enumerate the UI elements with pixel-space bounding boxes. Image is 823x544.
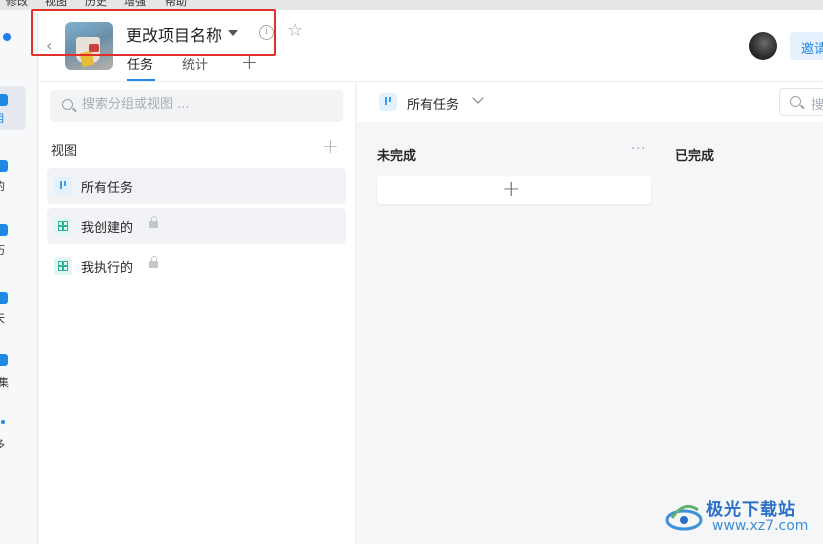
column-title-incomplete: 未完成 bbox=[377, 149, 417, 164]
rail-item-projects[interactable]: 目 bbox=[0, 86, 26, 130]
views-section-title: 视图 bbox=[51, 144, 78, 159]
more-icon bbox=[1, 420, 5, 424]
chat-icon bbox=[0, 292, 8, 304]
rail-item-label: 历 bbox=[0, 242, 5, 258]
projects-icon bbox=[0, 94, 8, 106]
view-item-label: 所有任务 bbox=[81, 181, 134, 196]
star-icon[interactable]: ☆ bbox=[287, 22, 303, 40]
column-title-completed: 已完成 bbox=[675, 149, 715, 164]
add-task-button[interactable]: + bbox=[377, 176, 651, 204]
view-item-label: 我创建的 bbox=[81, 221, 134, 236]
watermark-title: 极光下载站 bbox=[706, 500, 796, 520]
rail-item-mine[interactable]: 的 bbox=[0, 156, 26, 200]
search-icon bbox=[790, 96, 801, 107]
watermark: 极光下载站 www.xz7.com bbox=[664, 492, 823, 542]
kanban-icon bbox=[54, 177, 72, 195]
back-icon[interactable]: ‹ bbox=[46, 36, 52, 55]
project-title[interactable]: 更改项目名称 bbox=[126, 22, 222, 46]
column-more-icon[interactable]: ··· bbox=[631, 142, 646, 157]
table-icon bbox=[54, 257, 72, 275]
lock-icon bbox=[149, 216, 158, 228]
menu-item-help[interactable]: 帮助 bbox=[165, 0, 187, 9]
watermark-url: www.xz7.com bbox=[712, 518, 809, 534]
project-cover-image[interactable] bbox=[65, 22, 113, 70]
task-board: 所有任务 搜索 未完成 ··· + 已完成 bbox=[357, 82, 823, 544]
rail-item-label: 多 bbox=[0, 436, 5, 452]
board-search[interactable]: 搜索 bbox=[779, 88, 823, 116]
rail-item-collection[interactable]: 集 bbox=[0, 350, 26, 394]
lock-icon bbox=[149, 256, 158, 268]
menu-item-edit[interactable]: 修改 bbox=[6, 0, 28, 9]
rail-item-label: 目 bbox=[0, 110, 5, 126]
view-item-all-tasks[interactable]: 所有任务 bbox=[47, 168, 346, 204]
kanban-icon bbox=[379, 93, 397, 111]
menu-item-view[interactable]: 视图 bbox=[45, 0, 67, 9]
menu-item-enhance[interactable]: 增强 bbox=[124, 0, 146, 9]
tab-tasks[interactable]: 任务 bbox=[127, 54, 153, 73]
add-tab-icon[interactable]: + bbox=[241, 50, 258, 74]
tab-active-indicator bbox=[127, 79, 155, 81]
collection-icon bbox=[0, 354, 8, 366]
plus-icon: + bbox=[502, 177, 521, 202]
board-search-placeholder: 搜索 bbox=[811, 98, 823, 113]
view-sidebar: 视图 + 所有任务 我创建的 我执行的 bbox=[38, 82, 356, 544]
mine-icon bbox=[0, 160, 8, 172]
caret-down-icon[interactable] bbox=[228, 30, 238, 36]
rail-item-calendar[interactable]: 历 bbox=[0, 220, 26, 264]
tab-stats[interactable]: 统计 bbox=[182, 54, 208, 73]
search-icon bbox=[62, 99, 73, 110]
rail-item-more[interactable]: 多 bbox=[0, 414, 26, 458]
menubar: 修改 视图 历史 增强 帮助 bbox=[0, 0, 823, 10]
calendar-icon bbox=[0, 224, 8, 236]
view-item-label: 我执行的 bbox=[81, 261, 134, 276]
rail-item-chat[interactable]: 天 bbox=[0, 288, 26, 332]
current-view-selector[interactable]: 所有任务 bbox=[407, 94, 459, 113]
rail-item-label: 的 bbox=[0, 178, 5, 194]
view-item-assigned-to-me[interactable]: 我执行的 bbox=[47, 248, 346, 284]
app-rail: 目 的 历 天 集 多 bbox=[0, 10, 38, 544]
menu-item-history[interactable]: 历史 bbox=[85, 0, 107, 9]
watermark-logo-icon bbox=[665, 504, 703, 531]
board-toolbar: 所有任务 搜索 bbox=[357, 82, 823, 122]
view-search-input[interactable] bbox=[82, 97, 332, 112]
view-search[interactable] bbox=[50, 90, 343, 122]
status-dot-icon bbox=[3, 33, 11, 41]
view-item-created-by-me[interactable]: 我创建的 bbox=[47, 208, 346, 244]
rail-item-label: 集 bbox=[0, 376, 9, 389]
avatar[interactable] bbox=[749, 32, 777, 60]
rail-item-label: 天 bbox=[0, 310, 5, 326]
project-header: ‹ 更改项目名称 i ☆ 任务 统计 + 邀请 bbox=[31, 9, 823, 82]
table-icon bbox=[54, 217, 72, 235]
info-icon[interactable]: i bbox=[259, 25, 274, 40]
chevron-down-icon[interactable] bbox=[472, 92, 484, 104]
invite-button[interactable]: 邀请 bbox=[790, 32, 823, 60]
add-view-icon[interactable]: + bbox=[322, 134, 339, 158]
